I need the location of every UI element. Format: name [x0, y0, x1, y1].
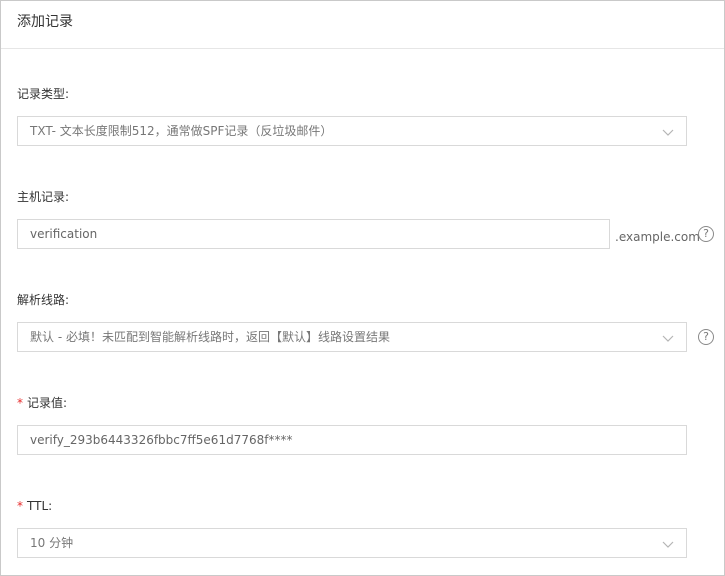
dialog-title: 添加记录 — [17, 14, 73, 30]
chevron-down-icon — [662, 335, 674, 342]
record-value-label: * 记录值: — [17, 395, 67, 411]
host-record-input[interactable]: verification — [17, 219, 610, 249]
ttl-label: * TTL: — [17, 498, 52, 514]
required-mark: * — [17, 499, 23, 513]
record-value-value: verify_293b6443326fbbc7ff5e61d7768f**** — [30, 433, 293, 447]
record-type-select[interactable]: TXT- 文本长度限制512，通常做SPF记录（反垃圾邮件） — [17, 116, 687, 146]
add-record-dialog: 添加记录 记录类型: TXT- 文本长度限制512，通常做SPF记录（反垃圾邮件… — [0, 0, 725, 576]
question-circle-icon[interactable]: ? — [698, 226, 714, 242]
question-circle-icon[interactable]: ? — [698, 329, 714, 345]
record-type-label: 记录类型: — [17, 87, 70, 101]
record-value-input[interactable]: verify_293b6443326fbbc7ff5e61d7768f**** — [17, 425, 687, 455]
host-record-label: 主机记录: — [17, 190, 70, 204]
chevron-down-icon — [662, 129, 674, 136]
required-mark: * — [17, 396, 23, 410]
ttl-value: 10 分钟 — [30, 536, 74, 550]
line-value: 默认 - 必填！未匹配到智能解析线路时，返回【默认】线路设置结果 — [30, 330, 390, 344]
chevron-down-icon — [662, 541, 674, 548]
record-type-value: TXT- 文本长度限制512，通常做SPF记录（反垃圾邮件） — [30, 124, 333, 138]
record-value-label-text: 记录值: — [27, 396, 68, 410]
domain-suffix: .example.com — [615, 230, 700, 244]
ttl-label-text: TTL: — [27, 499, 53, 513]
line-label: 解析线路: — [17, 293, 70, 307]
line-select[interactable]: 默认 - 必填！未匹配到智能解析线路时，返回【默认】线路设置结果 — [17, 322, 687, 352]
host-record-value: verification — [30, 227, 98, 241]
ttl-select[interactable]: 10 分钟 — [17, 528, 687, 558]
dialog-header: 添加记录 — [1, 1, 724, 49]
